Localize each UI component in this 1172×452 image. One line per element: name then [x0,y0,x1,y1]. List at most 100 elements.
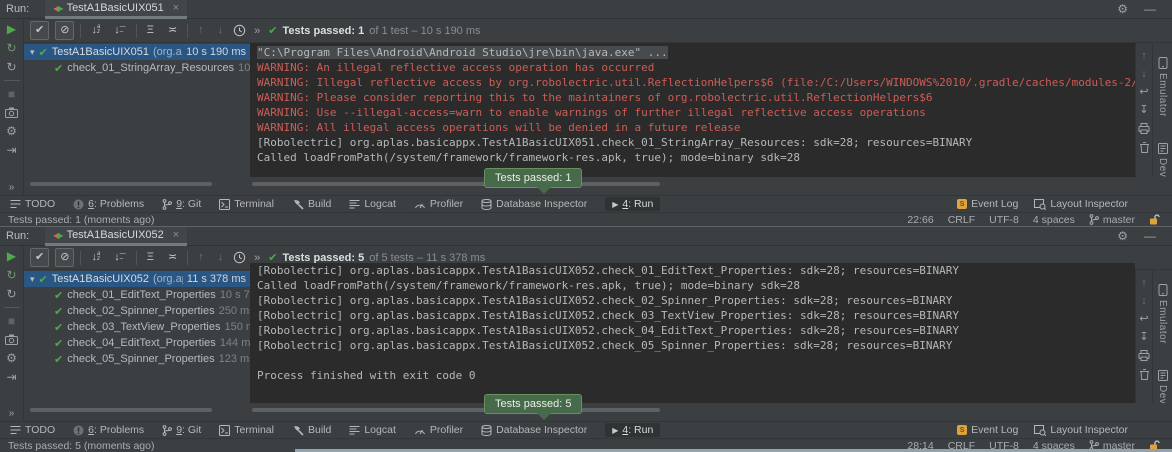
show-ignored-filter-button[interactable]: ⊘ [55,21,74,40]
tool-window-button-git[interactable]: 9: Git [162,198,201,210]
test-tree-root-row[interactable]: ▾ ✔ TestA1BasicUIX052 (org.aplas.basica … [24,271,250,287]
test-tree-row[interactable]: ✔ check_01_StringArray_Resources 10 s 19… [24,60,250,76]
database-icon [481,199,492,210]
tool-window-button-logcat[interactable]: Logcat [349,198,396,210]
tool-window-button-database-inspector[interactable]: Database Inspector [481,424,587,436]
rerun-failed-tests-icon[interactable]: ↻ [6,269,16,281]
profiler-icon [414,199,426,210]
layout-inspector-button[interactable]: Layout Inspector [1034,424,1128,436]
expand-all-button[interactable]: Ξ [143,249,158,266]
tool-window-button-profiler[interactable]: Profiler [414,424,463,436]
console-line: [Robolectric] org.aplas.basicappx.TestA1… [257,323,1135,338]
tree-horizontal-scrollbar[interactable] [30,408,212,412]
screenshot-camera-icon[interactable] [5,334,18,345]
more-chevrons-icon[interactable]: » [9,182,15,193]
clear-console-trash-icon[interactable] [1139,141,1150,153]
lock-icon[interactable] [1149,214,1160,225]
rerun-icon[interactable]: ↻ [6,61,16,73]
minimize-icon[interactable]: — [1144,2,1156,16]
chevron-down-icon[interactable]: ▾ [30,47,35,58]
console-horizontal-scrollbar[interactable] [252,182,660,186]
tool-window-button-todo[interactable]: TODO [10,424,55,436]
sort-by-duration-button[interactable]: ↓—– [110,249,130,266]
import-tests-icon[interactable]: ⇥ [6,144,16,156]
test-tree-row[interactable]: ✔ check_04_EditText_Properties 144 ms [24,335,250,351]
rerun-button[interactable]: ▶ [7,23,16,35]
run-console[interactable]: [Robolectric] org.aplas.basicappx.TestA1… [250,263,1135,403]
tool-window-button-emulator[interactable]: Emulator [1157,284,1168,344]
collapse-all-button[interactable]: ≍ [164,249,181,266]
sort-by-duration-button[interactable]: ↓—– [110,22,130,39]
show-ignored-filter-button[interactable]: ⊘ [55,248,74,267]
show-passed-filter-button[interactable]: ✔ [30,248,49,267]
more-chevrons-icon[interactable]: » [9,408,15,419]
print-icon[interactable] [1138,123,1150,134]
encoding-indicator[interactable]: UTF-8 [989,214,1019,226]
test-history-icon[interactable] [233,251,246,264]
close-icon[interactable]: × [173,2,179,14]
tool-window-button-logcat[interactable]: Logcat [349,424,396,436]
gear-icon[interactable]: ⚙ [1117,229,1128,243]
line-ending-indicator[interactable]: CRLF [948,214,975,226]
test-settings-gear-icon[interactable]: ⚙ [6,125,17,137]
test-tree-row[interactable]: ✔ check_01_EditText_Properties 10 s 711 … [24,287,250,303]
tool-window-button-terminal[interactable]: Terminal [219,424,274,436]
minimize-icon[interactable]: — [1144,229,1156,243]
screenshot-camera-icon[interactable] [5,107,18,118]
test-tree-row[interactable]: ✔ check_05_Spinner_Properties 123 ms [24,351,250,367]
clear-console-trash-icon[interactable] [1139,368,1150,380]
caret-position[interactable]: 22:66 [907,214,933,226]
tool-window-button-build[interactable]: Build [292,424,331,436]
toolbar-more-chevrons-icon[interactable]: » [254,252,260,264]
expand-all-button[interactable]: Ξ [143,22,158,39]
test-tree-root-row[interactable]: ▾ ✔ TestA1BasicUIX051 (org.aplas.basica … [24,44,250,60]
tool-window-button-terminal[interactable]: Terminal [219,198,274,210]
run-tab[interactable]: ◀▶ TestA1BasicUIX052 × [45,227,187,246]
print-icon[interactable] [1138,350,1150,361]
scroll-to-end-icon[interactable]: ↧ [1139,332,1148,343]
tool-window-button-git[interactable]: 9: Git [162,424,201,436]
tool-window-button-run[interactable]: ▶ 4: Run [605,197,660,211]
tool-window-button-emulator[interactable]: Emulator [1157,57,1168,117]
status-message: Tests passed: 1 (moments ago) [8,214,154,226]
soft-wrap-icon[interactable]: ↩ [1139,87,1148,98]
collapse-all-button[interactable]: ≍ [164,22,181,39]
tool-window-button-todo[interactable]: TODO [10,198,55,210]
test-history-icon[interactable] [233,24,246,37]
test-tree-row[interactable]: ✔ check_03_TextView_Properties 150 ms [24,319,250,335]
sort-alphabetically-button[interactable]: ↓az [87,22,104,39]
tool-window-button-build[interactable]: Build [292,198,331,210]
event-log-button[interactable]: S Event Log [957,424,1018,436]
tool-window-button-profiler[interactable]: Profiler [414,198,463,210]
soft-wrap-icon[interactable]: ↩ [1139,314,1148,325]
rerun-failed-tests-icon[interactable]: ↻ [6,42,16,54]
tool-window-button-problems[interactable]: 6: Problems [73,424,144,436]
tree-horizontal-scrollbar[interactable] [30,182,212,186]
rerun-button[interactable]: ▶ [7,250,16,262]
console-horizontal-scrollbar[interactable] [252,408,660,412]
run-console[interactable]: "C:\Program Files\Android\Android Studio… [250,43,1135,177]
show-passed-filter-button[interactable]: ✔ [30,21,49,40]
tool-window-button-problems[interactable]: 6: Problems [73,198,144,210]
passed-check-icon: ✔ [39,273,48,286]
run-tab[interactable]: ◀▶ TestA1BasicUIX051 × [45,0,187,19]
gear-icon[interactable]: ⚙ [1117,2,1128,16]
tool-window-button-database-inspector[interactable]: Database Inspector [481,198,587,210]
indent-indicator[interactable]: 4 spaces [1033,214,1075,226]
summary-rest: of 5 tests – 11 s 378 ms [369,252,485,264]
close-icon[interactable]: × [173,229,179,241]
rerun-icon[interactable]: ↻ [6,288,16,300]
sort-alphabetically-button[interactable]: ↓az [87,249,104,266]
scroll-to-end-icon[interactable]: ↧ [1139,105,1148,116]
test-tree-row[interactable]: ✔ check_02_Spinner_Properties 250 ms [24,303,250,319]
console-line: [Robolectric] org.aplas.basicappx.TestA1… [257,308,1135,323]
test-settings-gear-icon[interactable]: ⚙ [6,352,17,364]
tool-window-button-run[interactable]: ▶ 4: Run [605,423,660,437]
console-line: WARNING: Use --illegal-access=warn to en… [257,105,1135,120]
chevron-down-icon[interactable]: ▾ [30,274,35,285]
import-tests-icon[interactable]: ⇥ [6,371,16,383]
git-branch-widget[interactable]: master [1089,214,1135,226]
layout-inspector-button[interactable]: Layout Inspector [1034,198,1128,210]
toolbar-more-chevrons-icon[interactable]: » [254,25,260,37]
event-log-button[interactable]: S Event Log [957,198,1018,210]
